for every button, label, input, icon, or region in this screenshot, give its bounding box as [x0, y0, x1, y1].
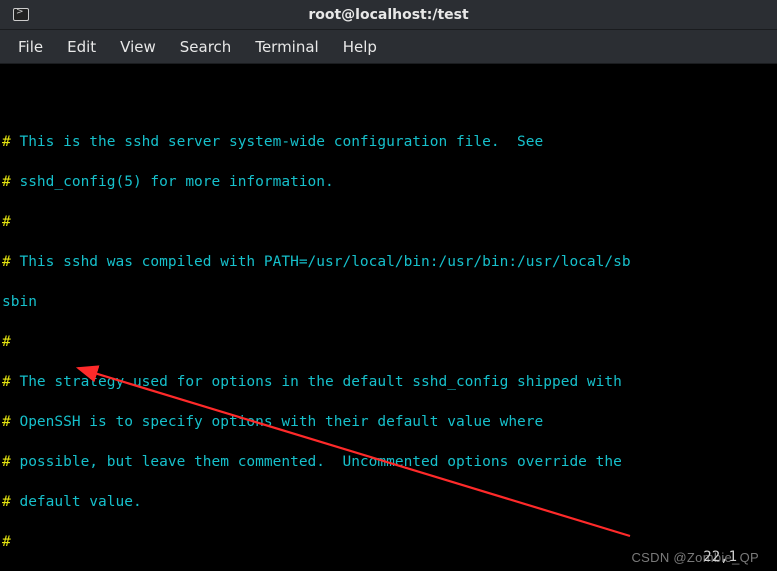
config-line: # possible, but leave them commented. Un… [2, 452, 775, 472]
comment-text: This is the sshd server system-wide conf… [11, 134, 544, 150]
config-line: # default value. [2, 492, 775, 512]
menu-terminal[interactable]: Terminal [245, 34, 328, 60]
menu-search[interactable]: Search [170, 34, 242, 60]
config-line: # OpenSSH is to specify options with the… [2, 412, 775, 432]
window-title: root@localhost:/test [32, 7, 745, 23]
comment-hash: # [2, 134, 11, 150]
config-line: # This is the sshd server system-wide co… [2, 132, 775, 152]
config-line: # [2, 532, 775, 552]
config-line: # [2, 332, 775, 352]
menu-file[interactable]: File [8, 34, 53, 60]
menu-help[interactable]: Help [333, 34, 387, 60]
terminal-viewport[interactable]: # This is the sshd server system-wide co… [0, 64, 777, 571]
config-line: # This sshd was compiled with PATH=/usr/… [2, 252, 775, 272]
menu-bar: File Edit View Search Terminal Help [0, 30, 777, 64]
config-line: # [2, 212, 775, 232]
config-line: # sshd_config(5) for more information. [2, 172, 775, 192]
terminal-icon [13, 8, 29, 21]
window-titlebar: root@localhost:/test [0, 0, 777, 30]
config-line: sbin [2, 292, 775, 312]
watermark-text: CSDN @Zombie_QP [631, 550, 759, 565]
menu-edit[interactable]: Edit [57, 34, 106, 60]
config-line: # The strategy used for options in the d… [2, 372, 775, 392]
menu-view[interactable]: View [110, 34, 166, 60]
terminal-app-icon [10, 6, 32, 24]
